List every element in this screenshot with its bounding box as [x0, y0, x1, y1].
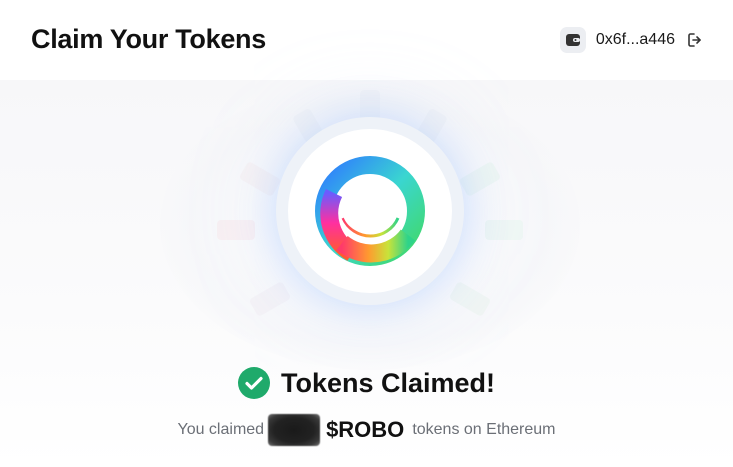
- summary-suffix: tokens on Ethereum: [412, 421, 556, 438]
- wallet-chip[interactable]: 0x6f...a446: [559, 27, 705, 53]
- summary-prefix: You claimed: [177, 421, 265, 438]
- logout-icon[interactable]: [685, 30, 705, 50]
- page-title: Claim Your Tokens: [31, 24, 266, 54]
- wallet-address: 0x6f...a446: [595, 31, 675, 48]
- token-logo: [288, 129, 452, 293]
- header: Claim Your Tokens 0x6f...a446: [0, 0, 733, 80]
- wallet-icon: [559, 27, 586, 53]
- claim-summary: You claimed $ROBO tokens on Ethereum: [0, 414, 733, 446]
- token-ring-icon: [315, 156, 425, 266]
- check-circle-icon: [237, 367, 270, 399]
- redacted-amount: [268, 414, 321, 446]
- status-heading: Tokens Claimed!: [280, 367, 496, 398]
- claim-status: Tokens Claimed!: [0, 365, 733, 401]
- token-ticker: $ROBO: [326, 417, 405, 442]
